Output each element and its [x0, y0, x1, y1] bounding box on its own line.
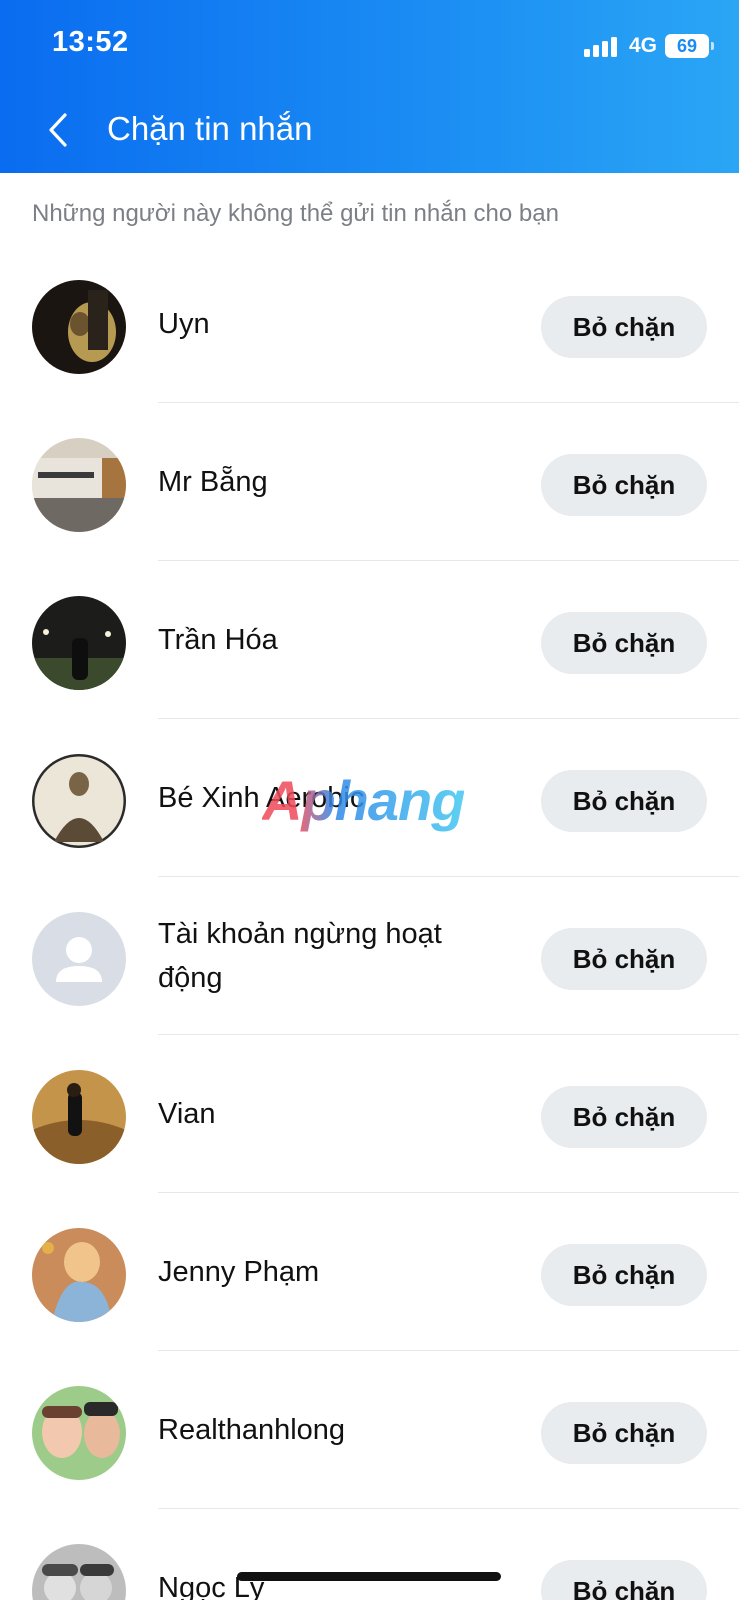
user-name: Ngọc Lý: [158, 1572, 265, 1600]
back-button[interactable]: [38, 108, 78, 152]
unblock-button[interactable]: Bỏ chặn: [541, 1560, 707, 1600]
blocked-user-row: Vian Bỏ chặn: [0, 1035, 739, 1193]
watermark-logo: Aphang: [262, 769, 465, 832]
avatar[interactable]: [32, 1386, 126, 1480]
unblock-button[interactable]: Bỏ chặn: [541, 296, 707, 358]
battery-level: 69: [676, 35, 698, 56]
avatar[interactable]: [32, 1228, 126, 1322]
unblock-button[interactable]: Bỏ chặn: [541, 454, 707, 516]
blocked-user-row: Tài khoản ngừng hoạt động Bỏ chặn: [0, 877, 739, 1035]
avatar[interactable]: [32, 280, 126, 374]
blocked-users-list: Uyn Bỏ chặn Mr Bẵng Bỏ chặn Trần Hóa Bỏ …: [0, 245, 739, 1600]
battery-icon: 69: [665, 34, 714, 58]
unblock-button[interactable]: Bỏ chặn: [541, 1402, 707, 1464]
unblock-button[interactable]: Bỏ chặn: [541, 770, 707, 832]
app-header: 13:52 4G 69 Chặn tin nhắn: [0, 0, 739, 173]
user-name: Tài khoản ngừng hoạt động: [158, 918, 442, 994]
blocked-list-description: Những người này không thể gửi tin nhắn c…: [32, 200, 559, 227]
person-icon: [32, 912, 126, 1006]
unblock-button[interactable]: Bỏ chặn: [541, 612, 707, 674]
avatar[interactable]: [32, 596, 126, 690]
blocked-user-row: Ngọc Lý Bỏ chặn: [0, 1509, 739, 1600]
user-name: Vian: [158, 1098, 216, 1130]
blocked-user-row: Mr Bẵng Bỏ chặn: [0, 403, 739, 561]
blocked-user-row: Realthanhlong Bỏ chặn: [0, 1351, 739, 1509]
avatar[interactable]: [32, 1544, 126, 1600]
unblock-button[interactable]: Bỏ chặn: [541, 928, 707, 990]
avatar[interactable]: [32, 438, 126, 532]
blocked-user-row: Jenny Phạm Bỏ chặn: [0, 1193, 739, 1351]
status-indicators: 4G 69: [583, 30, 714, 62]
avatar[interactable]: [32, 754, 126, 848]
unblock-button[interactable]: Bỏ chặn: [541, 1086, 707, 1148]
user-name: Jenny Phạm: [158, 1256, 320, 1288]
user-name: Uyn: [158, 308, 210, 340]
default-avatar[interactable]: [32, 912, 126, 1006]
user-name: Mr Bẵng: [158, 466, 268, 498]
status-time: 13:52: [52, 26, 129, 58]
avatar[interactable]: [32, 1070, 126, 1164]
signal-icon: [583, 35, 617, 57]
network-type: 4G: [628, 34, 657, 57]
user-name: Realthanhlong: [158, 1414, 346, 1446]
blocked-user-row: Trần Hóa Bỏ chặn: [0, 561, 739, 719]
unblock-button[interactable]: Bỏ chặn: [541, 1244, 707, 1306]
home-indicator[interactable]: [237, 1572, 501, 1581]
blocked-user-row: Uyn Bỏ chặn: [0, 245, 739, 403]
page-title: Chặn tin nhắn: [107, 110, 313, 147]
chevron-left-icon: [49, 113, 67, 147]
user-name: Trần Hóa: [158, 624, 278, 656]
